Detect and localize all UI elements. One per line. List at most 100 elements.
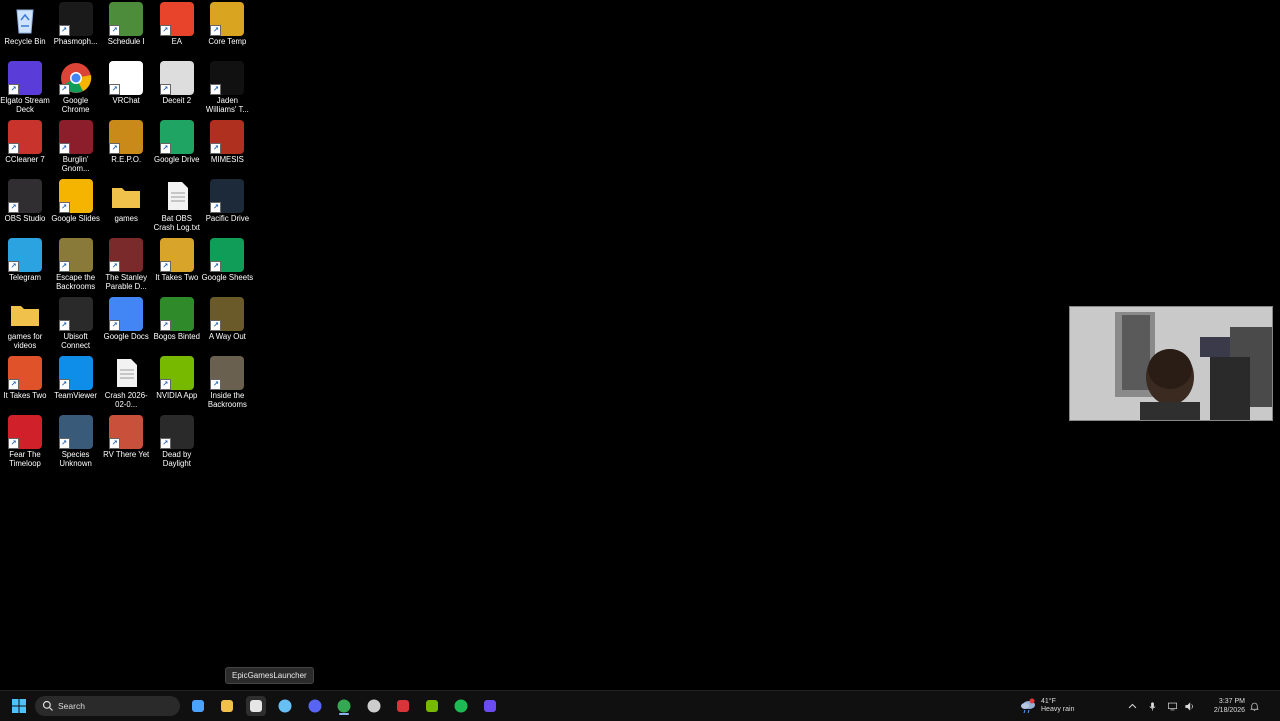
desktop-icon[interactable]: ↗ Google Sheets xyxy=(201,238,254,297)
taskbar-app-nvidia[interactable] xyxy=(422,696,442,716)
desktop-icon[interactable]: ↗ Fear The Timeloop xyxy=(0,415,50,474)
desktop-icon[interactable]: ↗ Inside the Backrooms xyxy=(202,356,252,415)
desktop-icon[interactable]: ↗ Core Temp xyxy=(202,2,252,61)
desktop-icon-label: It Takes Two xyxy=(155,273,199,282)
taskbar-app-chrome[interactable] xyxy=(334,696,354,716)
desktop-icon[interactable]: ↗ Burglin' Gnom... xyxy=(51,120,101,179)
desktop-icon[interactable]: ↗ It Takes Two xyxy=(0,356,50,415)
text-file-icon xyxy=(109,356,143,390)
taskbar-app-epic-games[interactable] xyxy=(246,696,266,716)
desktop-icon[interactable]: Crash 2026-02-0... xyxy=(101,356,151,415)
desktop-icon[interactable]: ↗ Species Unknown xyxy=(51,415,101,474)
desktop-icon[interactable]: ↗ Dead by Daylight xyxy=(152,415,202,474)
dead-by-daylight-icon: ↗ xyxy=(159,415,194,449)
phasmophobia-icon: ↗ xyxy=(58,2,93,36)
shortcut-arrow-icon: ↗ xyxy=(109,143,121,154)
desktop-icon-label: Species Unknown xyxy=(59,450,92,468)
desktop-icon[interactable]: ↗ Phasmoph... xyxy=(51,2,101,61)
weather-condition: Heavy rain xyxy=(1041,706,1075,713)
epic-games-icon xyxy=(250,700,262,712)
desktop-icon[interactable]: ↗ A Way Out xyxy=(202,297,252,356)
desktop-icon[interactable]: Recycle Bin xyxy=(0,2,50,61)
it-takes-two-icon: ↗ xyxy=(8,356,42,390)
steam-icon xyxy=(278,699,292,713)
desktop-icon-label: EA xyxy=(171,37,182,46)
desktop-icon[interactable]: ↗ Schedule I xyxy=(101,2,151,61)
desktop-icon[interactable]: ↗ OBS Studio xyxy=(0,179,50,238)
taskbar-app-obs[interactable] xyxy=(364,696,384,716)
desktop-icon[interactable]: ↗ Ubisoft Connect xyxy=(51,297,101,356)
volume-icon[interactable] xyxy=(1184,701,1195,712)
desktop-icon-label: Google Sheets xyxy=(201,273,254,282)
chevron-up-icon[interactable] xyxy=(1127,701,1138,712)
desktop-icon[interactable]: ↗ Google Drive xyxy=(152,120,202,179)
taskbar-app-steam[interactable] xyxy=(275,696,295,716)
desktop-icon[interactable]: ↗ Elgato Stream Deck xyxy=(0,61,50,120)
taskbar-app-spotify[interactable] xyxy=(451,696,471,716)
copilot-icon xyxy=(192,700,204,712)
desktop-icon[interactable]: ↗ Jaden Williams' T... xyxy=(202,61,252,120)
fear-timeloop-icon: ↗ xyxy=(8,415,42,449)
network-icon[interactable] xyxy=(1167,701,1178,712)
desktop-icon[interactable]: games for videos xyxy=(0,297,50,356)
shortcut-arrow-icon: ↗ xyxy=(58,320,70,331)
desktop-icon-label: Telegram xyxy=(8,273,42,282)
desktop-icon-label: R.E.P.O. xyxy=(111,155,142,164)
taskbar-app-pin-app[interactable] xyxy=(393,696,413,716)
discord-icon xyxy=(308,699,322,713)
desktop-icon[interactable]: Bat OBS Crash Log.txt xyxy=(152,179,202,238)
desktop-icon[interactable]: ↗ VRChat xyxy=(101,61,151,120)
taskbar-app-discord[interactable] xyxy=(305,696,325,716)
taskbar-app-stream-deck[interactable] xyxy=(480,696,500,716)
shortcut-arrow-icon: ↗ xyxy=(210,261,222,272)
taskbar-tooltip: EpicGamesLauncher xyxy=(225,667,314,684)
desktop-icon[interactable]: ↗ It Takes Two xyxy=(152,238,202,297)
taskbar-search[interactable]: Search xyxy=(35,696,180,716)
it-takes-two-icon: ↗ xyxy=(159,238,194,272)
desktop-icon-label: Bogos Binted xyxy=(153,332,200,341)
taskbar: Search 41°F Heavy rain 3:37 PM 2/18/2026 xyxy=(0,690,1280,721)
shortcut-arrow-icon: ↗ xyxy=(58,379,70,390)
desktop-icon-label: MIMESIS xyxy=(210,155,244,164)
desktop-icon[interactable]: games xyxy=(101,179,151,238)
desktop-icon[interactable]: ↗ TeamViewer xyxy=(51,356,101,415)
desktop-icon[interactable]: ↗ MIMESIS xyxy=(202,120,252,179)
shortcut-arrow-icon: ↗ xyxy=(210,25,222,36)
notification-button[interactable] xyxy=(1249,691,1260,721)
desktop-icon[interactable]: ↗ CCleaner 7 xyxy=(0,120,50,179)
repo-icon: ↗ xyxy=(109,120,144,154)
desktop-icon[interactable]: ↗ RV There Yet xyxy=(101,415,151,474)
shortcut-arrow-icon: ↗ xyxy=(8,379,19,390)
shortcut-arrow-icon: ↗ xyxy=(58,261,70,272)
clock[interactable]: 3:37 PM 2/18/2026 xyxy=(1203,697,1245,715)
desktop-icon[interactable]: ↗ R.E.P.O. xyxy=(101,120,151,179)
pin-app-icon xyxy=(397,700,409,712)
desktop-icon[interactable]: ↗ The Stanley Parable D... xyxy=(101,238,151,297)
desktop-icon[interactable]: ↗ EA xyxy=(152,2,202,61)
taskbar-app-file-explorer[interactable] xyxy=(217,696,237,716)
desktop-icon[interactable]: ↗ Escape the Backrooms xyxy=(51,238,101,297)
desktop-icon[interactable]: ↗ Google Docs xyxy=(101,297,151,356)
start-button[interactable] xyxy=(9,696,29,716)
desktop-icon-label: Deceit 2 xyxy=(162,96,192,105)
desktop-icon[interactable]: ↗ Deceit 2 xyxy=(152,61,202,120)
stream-deck-icon: ↗ xyxy=(8,61,42,95)
folder-icon xyxy=(109,179,143,213)
rain-cloud-icon xyxy=(1021,698,1035,714)
shortcut-arrow-icon: ↗ xyxy=(8,84,19,95)
desktop-icon[interactable]: ↗ Telegram xyxy=(0,238,50,297)
google-docs-icon: ↗ xyxy=(109,297,144,331)
desktop-icon[interactable]: ↗ NVIDIA App xyxy=(152,356,202,415)
desktop-icon[interactable]: ↗ Google Slides xyxy=(51,179,101,238)
shortcut-arrow-icon: ↗ xyxy=(159,25,171,36)
desktop-icon[interactable]: ↗ Google Chrome xyxy=(51,61,101,120)
desktop-icon-label: Pacific Drive xyxy=(205,214,250,223)
desktop-icon-label: The Stanley Parable D... xyxy=(105,273,147,291)
desktop-icon[interactable]: ↗ Bogos Binted xyxy=(152,297,202,356)
clock-date: 2/18/2026 xyxy=(1213,707,1245,714)
desktop-icon[interactable]: ↗ Pacific Drive xyxy=(202,179,252,238)
weather-widget[interactable]: 41°F Heavy rain xyxy=(1020,691,1074,721)
desktop-icon-label: Core Temp xyxy=(208,37,247,46)
microphone-icon[interactable] xyxy=(1147,701,1158,712)
taskbar-app-copilot[interactable] xyxy=(188,696,208,716)
